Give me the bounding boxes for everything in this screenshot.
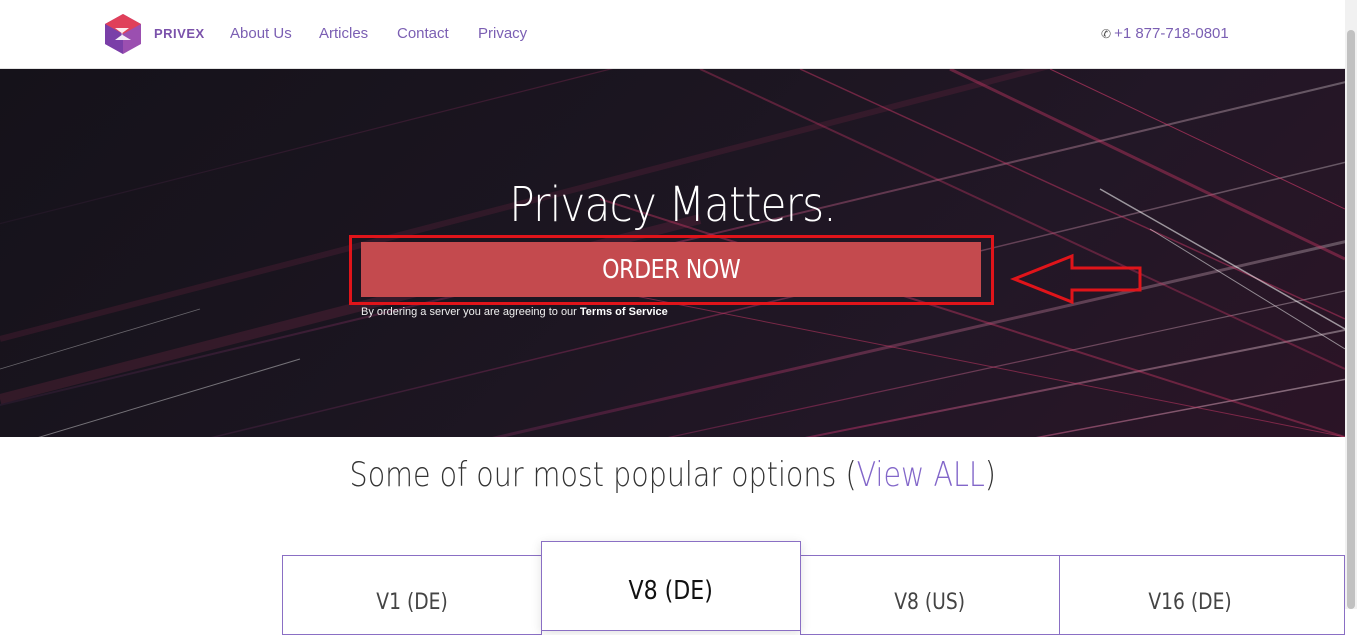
plan-card-label: V16 (DE): [1060, 590, 1320, 615]
nav-about-us[interactable]: About Us: [230, 25, 292, 42]
plan-card-v16-de[interactable]: V16 (DE): [1059, 555, 1345, 635]
plan-card-v8-de[interactable]: V8 (DE): [541, 541, 801, 631]
order-now-label: ORDER NOW: [601, 254, 741, 285]
hero-banner: Privacy Matters. ORDER NOW By ordering a…: [0, 69, 1345, 437]
popular-heading-close: ): [984, 455, 996, 495]
plan-card-label: V8 (DE): [542, 576, 800, 606]
plan-card-v8-us[interactable]: V8 (US): [800, 555, 1060, 635]
popular-heading-text: Some of our most popular options (: [349, 455, 857, 495]
nav-articles[interactable]: Articles: [319, 25, 368, 42]
order-now-button[interactable]: ORDER NOW: [361, 242, 981, 297]
plan-name: V8 (US): [894, 590, 966, 615]
plan-card-v1-de[interactable]: V1 (DE): [282, 555, 542, 635]
view-all-link[interactable]: View ALL: [856, 455, 984, 495]
annotation-arrow-icon: [1010, 253, 1142, 305]
site-header: PRIVEX About Us Articles Contact Privacy…: [0, 0, 1345, 69]
plan-name: V16 (DE): [1148, 590, 1232, 615]
phone-link[interactable]: ✆ +1 877-718-0801: [1101, 25, 1229, 42]
logo-mark: [105, 14, 141, 54]
nav-contact[interactable]: Contact: [397, 25, 449, 42]
terms-of-service-link[interactable]: Terms of Service: [580, 306, 668, 318]
scrollbar-thumb[interactable]: [1347, 30, 1355, 609]
brand-name[interactable]: PRIVEX: [154, 26, 205, 41]
nav-privacy[interactable]: Privacy: [478, 25, 527, 42]
terms-text: By ordering a server you are agreeing to…: [361, 306, 580, 318]
plan-card-label: V1 (DE): [283, 590, 541, 615]
hero-title: Privacy Matters.: [509, 177, 836, 233]
terms-notice: By ordering a server you are agreeing to…: [361, 306, 668, 318]
popular-options-heading: Some of our most popular options (View A…: [0, 455, 1345, 495]
plan-name: V1 (DE): [376, 590, 448, 615]
plan-card-label: V8 (US): [801, 590, 1059, 615]
phone-icon: ✆: [1101, 27, 1112, 41]
plan-name: V8 (DE): [628, 576, 714, 606]
phone-number: +1 877-718-0801: [1114, 25, 1229, 42]
